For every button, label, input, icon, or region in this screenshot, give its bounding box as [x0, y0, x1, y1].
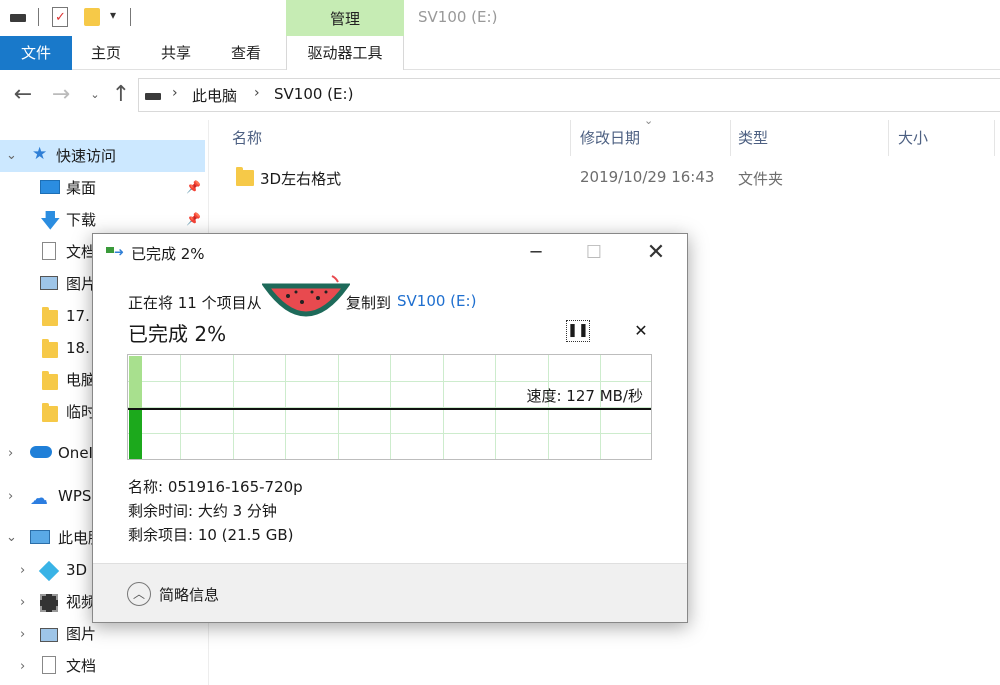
- pictures-icon: [40, 628, 58, 642]
- title-bar: [0, 0, 1000, 36]
- file-name[interactable]: 3D左右格式: [260, 168, 341, 189]
- computer-icon: [30, 530, 50, 544]
- sidebar-item-3d[interactable]: 3D: [66, 554, 87, 586]
- tab-file[interactable]: 文件: [0, 36, 72, 70]
- column-type[interactable]: 类型: [738, 127, 768, 148]
- document-icon: [42, 656, 56, 674]
- file-modified: 2019/10/29 16:43: [580, 168, 715, 186]
- tab-share[interactable]: 共享: [150, 36, 202, 70]
- watermelon-sticker-icon: [261, 272, 351, 328]
- sidebar-item-folder[interactable]: 18.: [66, 332, 90, 364]
- expand-arrow-icon[interactable]: ›: [20, 659, 25, 674]
- collapse-arrow-icon[interactable]: ⌄: [6, 530, 17, 545]
- column-modified[interactable]: 修改日期: [580, 127, 640, 148]
- properties-icon[interactable]: ✓: [52, 7, 68, 27]
- progress-percent: 已完成 2%: [128, 322, 227, 346]
- address-bar[interactable]: [138, 78, 1000, 112]
- wps-cloud-icon: ☁: [30, 488, 48, 509]
- speed-fill: [129, 409, 142, 459]
- breadcrumb-separator[interactable]: ›: [172, 85, 178, 101]
- drive-icon: [10, 14, 26, 22]
- pin-icon[interactable]: 📌: [186, 180, 201, 194]
- collapse-details-icon[interactable]: ︿: [127, 582, 151, 606]
- sidebar-item-documents[interactable]: 文档: [66, 650, 96, 682]
- expand-arrow-icon[interactable]: ›: [20, 627, 25, 642]
- onedrive-icon: [30, 446, 52, 458]
- sidebar-item-wps[interactable]: WPS: [58, 480, 91, 512]
- folder-icon: [42, 371, 58, 390]
- expand-arrow-icon[interactable]: ›: [8, 446, 13, 461]
- copy-icon: ➜: [106, 245, 124, 259]
- pictures-icon: [40, 276, 58, 290]
- videos-icon: [40, 594, 58, 612]
- item-name: 名称: 051916-165-720p: [128, 478, 303, 496]
- expand-arrow-icon[interactable]: ›: [20, 595, 25, 610]
- sidebar-item-onedrive[interactable]: OneI: [58, 437, 93, 469]
- folder-icon: [42, 307, 58, 326]
- expand-arrow-icon[interactable]: ›: [8, 489, 13, 504]
- expand-arrow-icon[interactable]: ›: [20, 563, 25, 578]
- manage-context-tab[interactable]: 管理: [286, 0, 404, 36]
- maximize-button[interactable]: ☐: [574, 240, 614, 266]
- copy-status-mid: 复制到: [346, 294, 392, 312]
- desktop-icon: [40, 180, 60, 194]
- 3d-objects-icon: [38, 560, 60, 582]
- column-divider[interactable]: [994, 120, 995, 156]
- sidebar-item-folder[interactable]: 17.: [66, 300, 90, 332]
- tab-view[interactable]: 查看: [220, 36, 272, 70]
- breadcrumb-this-pc[interactable]: 此电脑: [192, 85, 237, 106]
- up-icon[interactable]: ↑: [108, 80, 134, 110]
- time-remaining: 剩余时间: 大约 3 分钟: [128, 502, 277, 520]
- qat-separator: [130, 8, 131, 26]
- column-size[interactable]: 大小: [898, 127, 928, 148]
- recent-locations-icon[interactable]: ⌄: [82, 80, 108, 110]
- tab-home[interactable]: 主页: [80, 36, 132, 70]
- minimize-button[interactable]: ─: [516, 240, 556, 266]
- speed-line: [128, 408, 651, 410]
- copy-status-prefix: 正在将 11 个项目从: [128, 294, 262, 312]
- column-name[interactable]: 名称: [232, 127, 262, 148]
- pause-button[interactable]: ❚❚: [566, 320, 590, 342]
- column-divider[interactable]: [888, 120, 889, 156]
- back-icon[interactable]: ←: [10, 80, 36, 110]
- window-title: SV100 (E:): [418, 8, 498, 26]
- transfer-speed-graph: 速度: 127 MB/秒: [127, 354, 652, 460]
- star-icon: ★: [32, 144, 48, 164]
- qat-separator: [38, 8, 39, 26]
- pin-icon[interactable]: 📌: [186, 212, 201, 226]
- new-folder-icon[interactable]: [84, 8, 100, 26]
- sidebar-item-downloads[interactable]: 下载: [66, 204, 96, 236]
- drive-icon: [145, 93, 161, 100]
- folder-icon: [42, 403, 58, 422]
- folder-icon: [236, 167, 254, 186]
- sidebar-label: 快速访问: [56, 147, 117, 165]
- dialog-title: 已完成 2%: [131, 245, 205, 263]
- items-remaining: 剩余项目: 10 (21.5 GB): [128, 526, 294, 544]
- speed-label: 速度: 127 MB/秒: [526, 387, 643, 405]
- breadcrumb-separator[interactable]: ›: [254, 85, 260, 101]
- close-button[interactable]: ✕: [636, 240, 676, 266]
- progress-fill: [129, 356, 142, 408]
- breadcrumb-drive[interactable]: SV100 (E:): [274, 85, 353, 103]
- file-type: 文件夹: [738, 170, 784, 188]
- cancel-button[interactable]: ✕: [630, 320, 652, 342]
- folder-icon: [42, 339, 58, 358]
- column-divider[interactable]: [570, 120, 571, 156]
- sort-indicator-icon: ⌄: [644, 114, 654, 127]
- forward-icon[interactable]: →: [48, 80, 74, 110]
- sidebar-item-desktop[interactable]: 桌面: [66, 172, 96, 204]
- destination-link[interactable]: SV100 (E:): [397, 292, 476, 310]
- column-divider[interactable]: [730, 120, 731, 156]
- customize-qat-icon[interactable]: ▾: [110, 8, 116, 22]
- fewer-details-label[interactable]: 简略信息: [159, 584, 219, 605]
- document-icon: [42, 242, 56, 260]
- expand-arrow-icon[interactable]: ⌄: [6, 148, 17, 163]
- tab-drive-tools[interactable]: 驱动器工具: [286, 36, 404, 70]
- download-icon: 🡇: [40, 208, 61, 232]
